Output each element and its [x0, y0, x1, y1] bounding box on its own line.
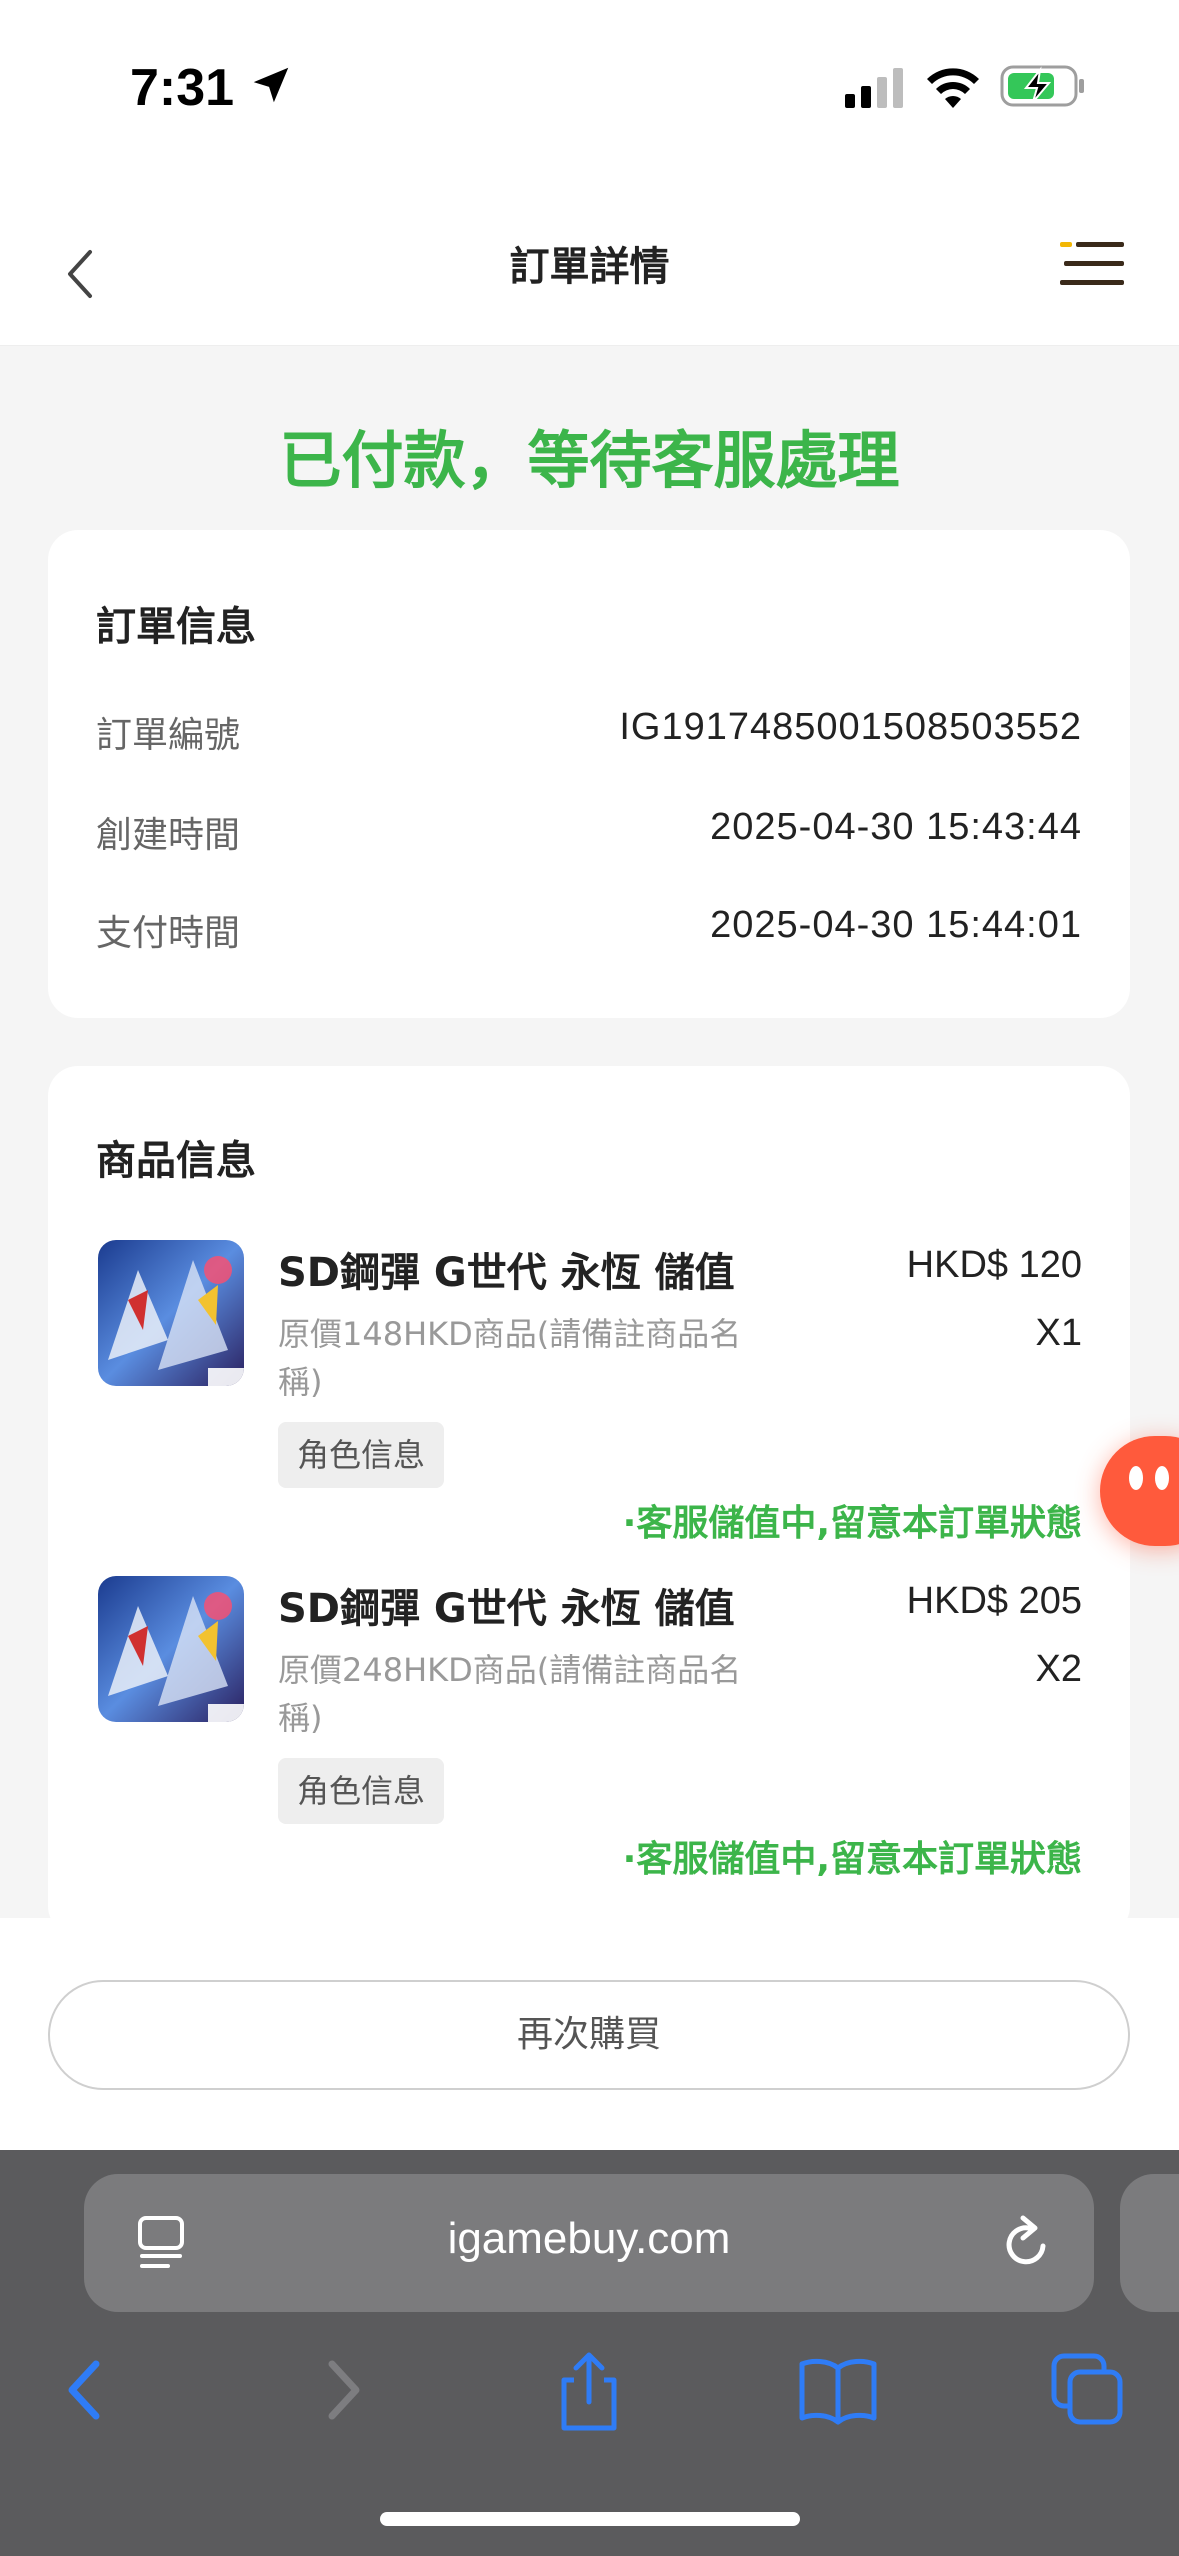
browser-toolbar: igamebuy.com	[0, 2150, 1179, 2556]
product-thumbnail	[98, 1576, 244, 1722]
product-quantity: X1	[1035, 1312, 1082, 1354]
home-indicator	[380, 2512, 800, 2526]
payment-time-label: 支付時間	[96, 913, 241, 954]
bookmarks-icon[interactable]	[796, 2350, 880, 2430]
product-description-line: 原價148HKD商品(請備註商品名	[278, 1315, 742, 1353]
order-info-title: 訂單信息	[96, 604, 256, 650]
share-icon[interactable]	[552, 2350, 626, 2434]
order-info-card: 訂單信息 訂單編號 IG1917485001508503552 創建時間 202…	[48, 530, 1130, 1018]
back-arrow-icon[interactable]	[60, 2350, 110, 2430]
product-description-line: 原價248HKD商品(請備註商品名	[278, 1651, 742, 1689]
order-number-value: IG1917485001508503552	[619, 706, 1082, 748]
status-time: 7:31	[130, 59, 235, 117]
product-thumbnail	[98, 1240, 244, 1386]
product-description-line: 稱)	[278, 1363, 323, 1401]
cellular-signal-icon	[845, 68, 903, 108]
product-description: 原價148HKD商品(請備註商品名 稱)	[278, 1310, 778, 1406]
next-tab-peek[interactable]	[1120, 2174, 1179, 2312]
location-arrow-icon	[253, 67, 289, 103]
product-description: 原價248HKD商品(請備註商品名 稱)	[278, 1646, 778, 1742]
payment-time-value: 2025-04-30 15:44:01	[710, 904, 1082, 946]
nav-bar: 訂單詳情	[0, 190, 1179, 346]
product-info-title: 商品信息	[96, 1138, 256, 1184]
url-text: igamebuy.com	[447, 2214, 731, 2263]
product-name: SD鋼彈 G世代 永恆 儲值	[278, 1586, 735, 1632]
product-description-line: 稱)	[278, 1699, 323, 1737]
created-time-label: 創建時間	[96, 815, 241, 856]
address-bar[interactable]: igamebuy.com	[84, 2174, 1094, 2312]
forward-arrow-icon[interactable]	[318, 2350, 368, 2430]
order-number-label: 訂單編號	[96, 715, 241, 756]
created-time-value: 2025-04-30 15:43:44	[710, 806, 1082, 848]
status-bar: 7:31	[0, 0, 1179, 190]
role-info-tag[interactable]: 角色信息	[278, 1758, 444, 1824]
product-price: HKD$ 120	[906, 1244, 1082, 1286]
product-name: SD鋼彈 G世代 永恆 儲值	[278, 1250, 735, 1296]
wifi-icon	[927, 68, 979, 108]
bottom-action-bar: 再次購買	[0, 1918, 1179, 2150]
product-price: HKD$ 205	[906, 1580, 1082, 1622]
buy-again-button[interactable]: 再次購買	[48, 1980, 1130, 2090]
menu-icon[interactable]	[1060, 236, 1126, 292]
reload-icon[interactable]	[999, 2214, 1055, 2274]
chat-face-icon	[1129, 1466, 1169, 1490]
order-status-headline: 已付款，等待客服處理	[279, 424, 900, 497]
role-info-tag[interactable]: 角色信息	[278, 1422, 444, 1488]
product-quantity: X2	[1035, 1648, 1082, 1690]
product-info-card: 商品信息 SD鋼彈 G世代 永恆 儲值 原價148HKD商品(請備註商品名 稱)…	[48, 1066, 1130, 1936]
tabs-icon[interactable]	[1048, 2350, 1128, 2430]
battery-icon	[1000, 65, 1084, 107]
product-status: ·客服儲值中,留意本訂單狀態	[622, 1839, 1082, 1880]
customer-service-chat-button[interactable]	[1100, 1436, 1179, 1546]
product-status: ·客服儲值中,留意本訂單狀態	[622, 1503, 1082, 1544]
page-title: 訂單詳情	[509, 244, 670, 290]
